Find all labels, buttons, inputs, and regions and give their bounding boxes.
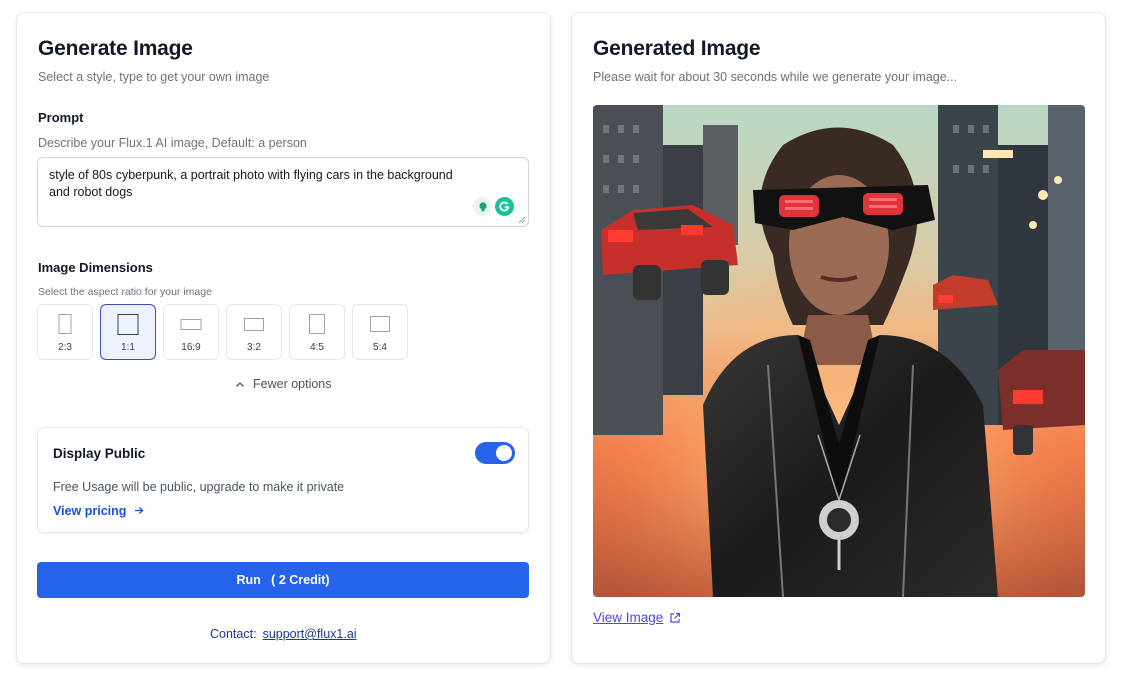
prompt-textarea[interactable]: style of 80s cyberpunk, a portrait photo… <box>37 157 529 227</box>
panel-title: Generate Image <box>38 37 193 60</box>
ratio-label: 1:1 <box>121 342 135 353</box>
view-pricing-link[interactable]: View pricing <box>53 504 144 518</box>
arrow-right-icon <box>134 507 144 514</box>
display-public-toggle[interactable] <box>475 442 515 464</box>
contact-line: Contact: support@flux1.ai <box>210 627 357 641</box>
chevron-up-icon <box>236 381 244 387</box>
ratio-option-5-4[interactable]: 5:4 <box>352 304 408 360</box>
ratio-label: 5:4 <box>373 342 387 353</box>
grammarly-icon[interactable] <box>495 197 514 216</box>
dimensions-label: Image Dimensions <box>38 260 153 275</box>
generate-image-panel: Generate Image Select a style, type to g… <box>16 12 551 664</box>
ratio-option-1-1[interactable]: 1:1 <box>100 304 156 360</box>
generated-image <box>593 105 1085 597</box>
toggle-knob <box>496 445 512 461</box>
ratio-shape-icon <box>309 314 325 334</box>
display-public-card: Display Public Free Usage will be public… <box>37 427 529 533</box>
ratio-label: 2:3 <box>58 342 72 353</box>
contact-label: Contact: <box>210 627 257 641</box>
panel-title: Generated Image <box>593 37 761 60</box>
ratio-option-16-9[interactable]: 16:9 <box>163 304 219 360</box>
dimensions-help: Select the aspect ratio for your image <box>38 286 212 298</box>
ratio-shape-icon <box>370 316 390 332</box>
ratio-shape-icon <box>244 318 264 331</box>
ratio-shape-icon <box>58 314 72 334</box>
bulb-icon[interactable] <box>473 197 492 216</box>
panel-subtitle: Please wait for about 30 seconds while w… <box>593 70 958 84</box>
view-pricing-label: View pricing <box>53 504 127 518</box>
ratio-label: 3:2 <box>247 342 261 353</box>
view-image-link[interactable]: View Image <box>593 610 681 625</box>
ratio-option-2-3[interactable]: 2:3 <box>37 304 93 360</box>
ratio-option-3-2[interactable]: 3:2 <box>226 304 282 360</box>
resize-handle-icon[interactable] <box>518 216 526 224</box>
external-link-icon <box>670 612 681 623</box>
ratio-shape-icon <box>180 319 202 330</box>
generated-image-panel: Generated Image Please wait for about 30… <box>571 12 1106 664</box>
ratio-shape-icon <box>117 314 139 335</box>
prompt-value[interactable]: style of 80s cyberpunk, a portrait photo… <box>49 167 468 201</box>
display-public-title: Display Public <box>53 446 146 461</box>
ratio-label: 4:5 <box>310 342 324 353</box>
cyberpunk-portrait-image <box>593 105 1085 597</box>
aspect-ratio-group: 2:3 1:1 16:9 3:2 4:5 5:4 <box>37 304 408 360</box>
ratio-option-4-5[interactable]: 4:5 <box>289 304 345 360</box>
fewer-options-label: Fewer options <box>253 377 332 391</box>
run-button[interactable]: Run ( 2 Credit) <box>37 562 529 598</box>
fewer-options-toggle[interactable]: Fewer options <box>235 377 332 391</box>
display-public-description: Free Usage will be public, upgrade to ma… <box>53 480 345 494</box>
prompt-help: Describe your Flux.1 AI image, Default: … <box>38 136 307 150</box>
prompt-label: Prompt <box>38 110 84 125</box>
panel-subtitle: Select a style, type to get your own ima… <box>38 70 270 84</box>
contact-email-link[interactable]: support@flux1.ai <box>263 627 357 641</box>
ratio-label: 16:9 <box>181 342 201 353</box>
view-image-label: View Image <box>593 610 664 625</box>
